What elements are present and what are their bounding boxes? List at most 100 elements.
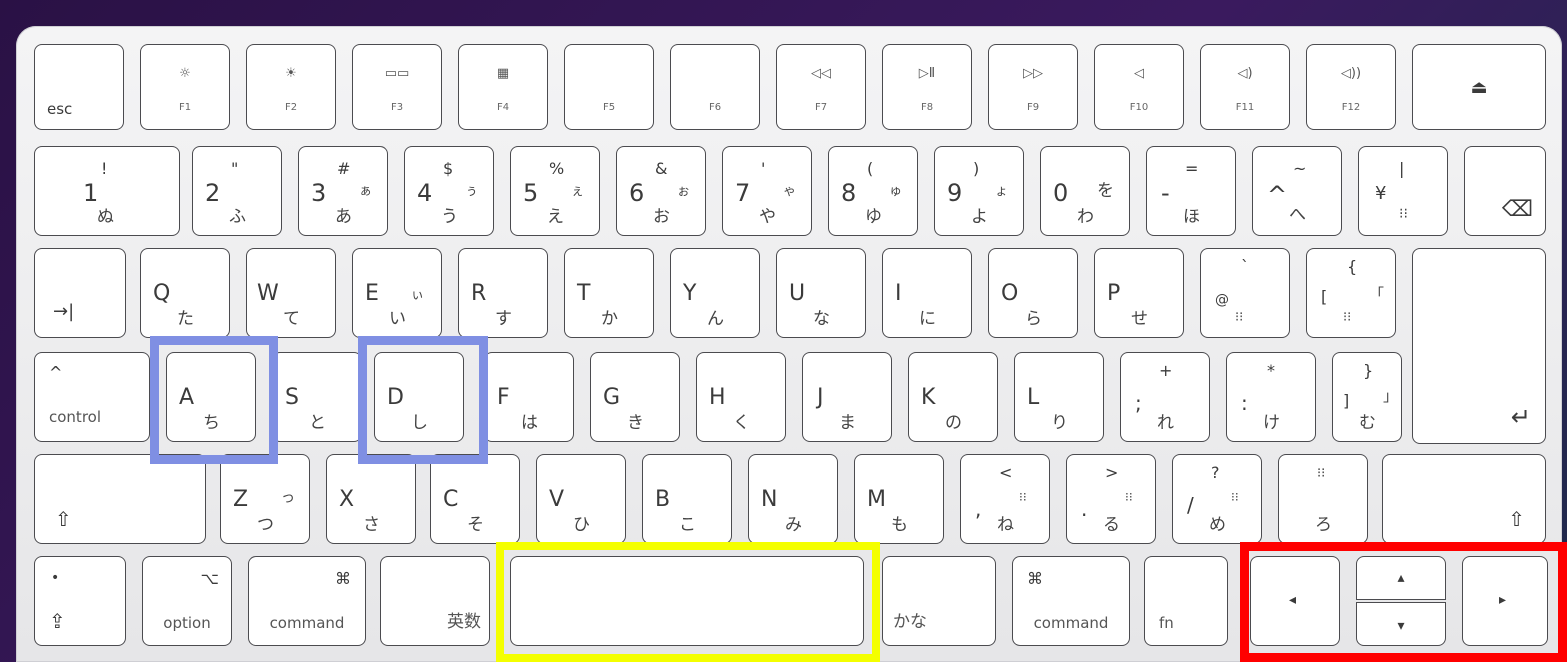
key-e[interactable]: E ぃ い <box>352 248 442 338</box>
key-bracket-close[interactable]: } ] 」 む <box>1332 352 1402 442</box>
key-5[interactable]: % 5 ぇ え <box>510 146 600 236</box>
key-g[interactable]: G き <box>590 352 680 442</box>
key-l[interactable]: L り <box>1014 352 1104 442</box>
key-control[interactable]: ^ control <box>34 352 150 442</box>
key-minus[interactable]: = - ほ <box>1146 146 1236 236</box>
key-delete[interactable]: ⌫ <box>1464 146 1546 236</box>
key-q[interactable]: Q た <box>140 248 230 338</box>
key-yen[interactable]: | ¥ ⁝⁝ <box>1358 146 1448 236</box>
key-f6[interactable]: F6 <box>670 44 760 130</box>
key-u[interactable]: U な <box>776 248 866 338</box>
key-option[interactable]: ⌥ option <box>142 556 232 646</box>
key-period[interactable]: > . ⁝⁝ る <box>1066 454 1156 544</box>
key-s[interactable]: S と <box>272 352 362 442</box>
key-at[interactable]: ` @ ⁝⁝ <box>1200 248 1290 338</box>
key-f1[interactable]: ☼ F1 <box>140 44 230 130</box>
shift-symbol: & <box>655 159 668 178</box>
key-w[interactable]: W て <box>246 248 336 338</box>
key-8[interactable]: ( 8 ゅ ゆ <box>828 146 918 236</box>
key-caret[interactable]: ~ ^ へ <box>1252 146 1342 236</box>
key-f5[interactable]: F5 <box>564 44 654 130</box>
key-f10[interactable]: ◁ F10 <box>1094 44 1184 130</box>
key-label: F12 <box>1341 102 1361 113</box>
key-return[interactable]: ↵ <box>1412 248 1546 444</box>
key-m[interactable]: M も <box>854 454 944 544</box>
key-f[interactable]: F は <box>484 352 574 442</box>
key-kana: ろ <box>1315 515 1332 535</box>
key-o[interactable]: O ら <box>988 248 1078 338</box>
key-esc[interactable]: esc <box>34 44 124 130</box>
key-r[interactable]: R す <box>458 248 548 338</box>
key-f4[interactable]: ▦ F4 <box>458 44 548 130</box>
shift-symbol: * <box>1267 361 1275 380</box>
key-shift-right[interactable]: ⇧ <box>1382 454 1546 544</box>
key-3[interactable]: # 3 ぁ あ <box>298 146 388 236</box>
key-x[interactable]: X さ <box>326 454 416 544</box>
key-fn[interactable]: fn <box>1144 556 1228 646</box>
key-main: E <box>365 281 379 306</box>
key-kana: ね <box>997 515 1014 535</box>
key-h[interactable]: H く <box>696 352 786 442</box>
key-9[interactable]: ) 9 ょ よ <box>934 146 1024 236</box>
key-6[interactable]: & 6 ぉ お <box>616 146 706 236</box>
key-0[interactable]: 0 を わ <box>1040 146 1130 236</box>
key-label: F2 <box>284 102 298 113</box>
key-fn-globe[interactable]: • ⇪ <box>34 556 126 646</box>
key-y[interactable]: Y ん <box>670 248 760 338</box>
key-semicolon[interactable]: + ; れ <box>1120 352 1210 442</box>
key-1[interactable]: ! 1 ぬ <box>34 146 180 236</box>
key-v[interactable]: V ひ <box>536 454 626 544</box>
key-f7[interactable]: ◁◁ F7 <box>776 44 866 130</box>
key-p[interactable]: P せ <box>1094 248 1184 338</box>
key-7[interactable]: ' 7 ゃ や <box>722 146 812 236</box>
key-ro[interactable]: ⁝⁝ ろ <box>1278 454 1368 544</box>
fast-forward-icon: ▷▷ <box>1023 66 1043 81</box>
key-kana-small: ゅ <box>889 184 903 199</box>
key-2[interactable]: " 2 ふ <box>192 146 282 236</box>
key-f3[interactable]: ▭▭ F3 <box>352 44 442 130</box>
key-kana: た <box>177 309 194 329</box>
tab-icon: →| <box>53 301 75 322</box>
key-label: F7 <box>814 102 828 113</box>
key-colon[interactable]: * : け <box>1226 352 1316 442</box>
key-eisu[interactable]: 英数 <box>380 556 490 646</box>
key-n[interactable]: N み <box>748 454 838 544</box>
key-eject[interactable]: ⏏ <box>1412 44 1546 130</box>
key-main: P <box>1107 281 1121 306</box>
key-kana-small: ぃ <box>411 288 425 303</box>
key-main: 2 <box>205 179 221 207</box>
key-kana: め <box>1209 515 1226 535</box>
eject-icon: ⏏ <box>1470 77 1488 98</box>
key-kana: れ <box>1157 413 1174 433</box>
key-main: F <box>497 385 510 410</box>
key-main: - <box>1161 179 1170 207</box>
key-f11[interactable]: ◁) F11 <box>1200 44 1290 130</box>
key-f2[interactable]: ☀ F2 <box>246 44 336 130</box>
key-slash[interactable]: ? / ⁝⁝ め <box>1172 454 1262 544</box>
key-bracket-open[interactable]: { [ 「 ⁝⁝ <box>1306 248 1396 338</box>
key-label: F11 <box>1235 102 1255 113</box>
key-kana: ら <box>1025 309 1042 329</box>
key-tab[interactable]: →| <box>34 248 126 338</box>
key-j[interactable]: J ま <box>802 352 892 442</box>
key-c[interactable]: C そ <box>430 454 520 544</box>
key-f8[interactable]: ▷Ⅱ F8 <box>882 44 972 130</box>
shift-icon: ⇧ <box>1508 507 1525 531</box>
key-kana[interactable]: かな <box>882 556 996 646</box>
key-shift-left[interactable]: ⇧ <box>34 454 206 544</box>
key-f12[interactable]: ◁)) F12 <box>1306 44 1396 130</box>
key-4[interactable]: $ 4 ぅ う <box>404 146 494 236</box>
key-b[interactable]: B こ <box>642 454 732 544</box>
highlight-space-key <box>496 542 880 662</box>
key-command-right[interactable]: ⌘ command <box>1012 556 1130 646</box>
key-f9[interactable]: ▷▷ F9 <box>988 44 1078 130</box>
key-t[interactable]: T か <box>564 248 654 338</box>
key-i[interactable]: I に <box>882 248 972 338</box>
key-k[interactable]: K の <box>908 352 998 442</box>
key-z[interactable]: Z っ つ <box>220 454 310 544</box>
key-kana-small: ょ <box>995 184 1009 199</box>
key-main: , <box>975 497 982 521</box>
delete-icon: ⌫ <box>1501 197 1533 222</box>
key-command-left[interactable]: ⌘ command <box>248 556 366 646</box>
key-comma[interactable]: < , ⁝⁝ ね <box>960 454 1050 544</box>
